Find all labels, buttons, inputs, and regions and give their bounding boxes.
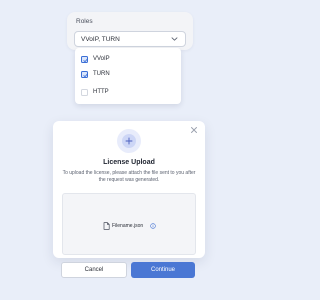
- option-label: TURN: [93, 70, 110, 77]
- checkbox-checked[interactable]: [81, 71, 88, 78]
- continue-button[interactable]: Continue: [131, 262, 195, 278]
- option-vvoip[interactable]: VVoIP: [81, 54, 175, 66]
- option-turn[interactable]: TURN: [81, 69, 175, 81]
- attached-file: Filename.json: [103, 222, 163, 230]
- modal-description: To upload the license, please attach the…: [62, 170, 196, 183]
- roles-field: Roles VVoIP, TURN: [67, 12, 193, 50]
- file-name: Filename.json: [112, 222, 144, 229]
- upload-badge: [117, 129, 141, 153]
- file-dropzone[interactable]: Filename.json: [62, 193, 196, 255]
- license-upload-modal: License Upload To upload the license, pl…: [53, 121, 205, 258]
- modal-title: License Upload: [103, 159, 155, 166]
- check-icon: [82, 73, 88, 77]
- option-label: HTTP: [93, 88, 109, 95]
- check-icon: [82, 58, 88, 62]
- option-http[interactable]: HTTP: [81, 87, 175, 99]
- close-icon[interactable]: [190, 126, 198, 134]
- checkbox-unchecked[interactable]: [81, 89, 88, 96]
- file-icon: [103, 222, 110, 230]
- plus-icon: [125, 137, 133, 145]
- roles-label: Roles: [76, 18, 93, 25]
- cancel-button[interactable]: Cancel: [61, 262, 127, 278]
- info-icon[interactable]: [150, 222, 156, 229]
- option-label: VVoIP: [93, 55, 110, 62]
- roles-options-menu: VVoIP TURN HTTP: [75, 48, 181, 104]
- roles-select[interactable]: VVoIP, TURN: [74, 31, 186, 47]
- checkbox-checked[interactable]: [81, 56, 88, 63]
- chevron-down-icon: [171, 37, 178, 41]
- roles-select-value: VVoIP, TURN: [81, 35, 120, 43]
